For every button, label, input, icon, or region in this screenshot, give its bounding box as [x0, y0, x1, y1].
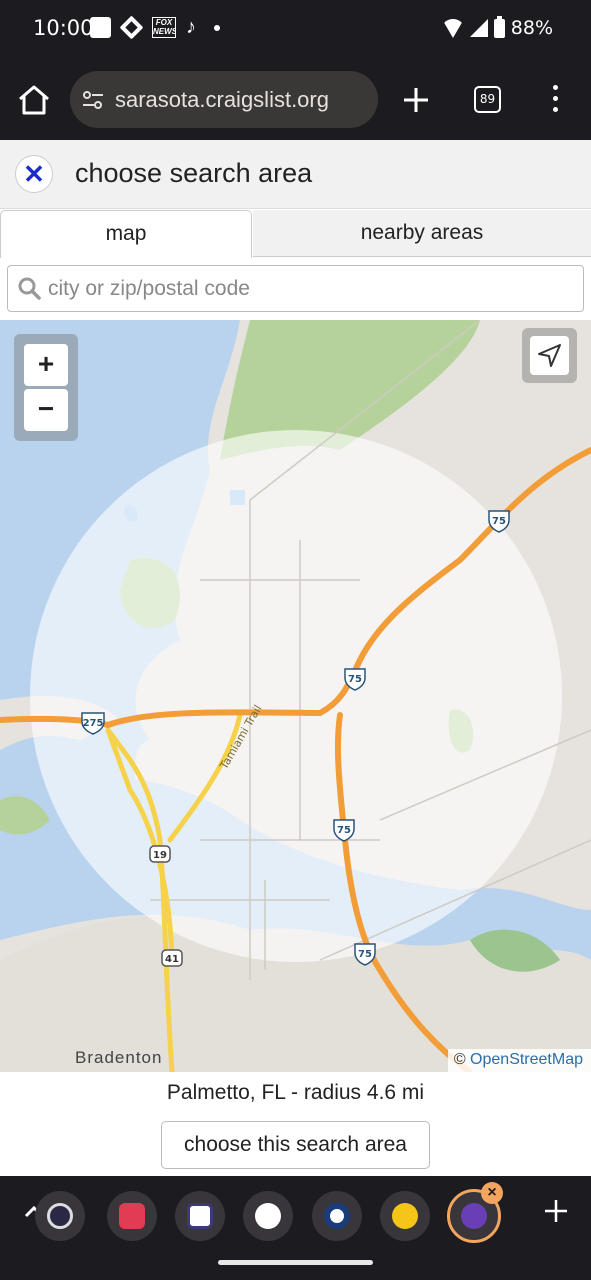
search-box[interactable] — [7, 265, 584, 312]
choose-area-button[interactable]: choose this search area — [161, 1121, 430, 1169]
map-canvas[interactable]: 275 75 75 75 75 19 41 Tamiami Trail — [0, 320, 591, 1072]
tab-map[interactable]: map — [0, 210, 252, 258]
address-bar[interactable]: sarasota.craigslist.org — [70, 71, 378, 128]
map-attribution: © OpenStreetMap — [447, 1049, 591, 1072]
tab-thumbnail[interactable] — [312, 1191, 362, 1241]
svg-text:75: 75 — [337, 825, 351, 836]
battery-percent: 88% — [510, 17, 553, 39]
url-text: sarasota.craigslist.org — [115, 87, 329, 112]
svg-text:41: 41 — [165, 954, 179, 965]
chase-icon — [119, 15, 144, 40]
zoom-out-button[interactable]: − — [24, 389, 68, 431]
tiktok-icon: ♪ — [186, 16, 196, 38]
selected-area-text: Palmetto, FL - radius 4.6 mi — [166, 1081, 425, 1104]
page-header: ✕ choose search area — [0, 140, 591, 209]
system-icons: 88% — [441, 15, 553, 39]
fox-news-icon: FOX NEWS — [152, 17, 176, 38]
close-button[interactable]: ✕ — [15, 155, 53, 193]
peace-icon — [461, 1203, 487, 1229]
tab-thumbnail[interactable] — [107, 1191, 157, 1241]
tab-thumbnail[interactable] — [175, 1191, 225, 1241]
locate-control — [522, 328, 577, 383]
tab-strip — [35, 1187, 525, 1245]
signal-icon — [469, 19, 488, 37]
tab-thumbnail[interactable] — [243, 1191, 293, 1241]
more-menu-icon[interactable] — [547, 85, 563, 115]
svg-text:275: 275 — [83, 718, 104, 729]
page-title: choose search area — [75, 158, 313, 188]
site-settings-icon[interactable] — [82, 89, 104, 111]
locate-button[interactable] — [530, 336, 569, 375]
us41-shield-icon: 41 — [161, 949, 183, 967]
new-tab-icon[interactable] — [402, 86, 430, 114]
status-time: 10:00 — [33, 16, 94, 40]
svg-text:75: 75 — [348, 674, 362, 685]
openstreetmap-link[interactable]: OpenStreetMap — [470, 1051, 583, 1068]
svg-text:19: 19 — [153, 850, 167, 861]
wifi-icon — [441, 18, 464, 38]
page-content: ✕ choose search area map nearby areas ci… — [0, 140, 591, 1176]
navigation-arrow-icon — [538, 344, 561, 367]
bottom-tab-bar: × — [0, 1176, 591, 1280]
place-label: Bradenton — [75, 1048, 163, 1067]
dot-icon — [214, 24, 220, 31]
zoom-in-button[interactable]: + — [24, 344, 68, 386]
svg-text:75: 75 — [492, 516, 506, 527]
browser-toolbar: sarasota.craigslist.org 89 — [0, 60, 591, 140]
status-bar: 10:00 FOX NEWS ♪ 88% — [0, 0, 591, 60]
close-tab-icon[interactable]: × — [481, 1182, 503, 1204]
us19-shield-icon: 19 — [149, 845, 171, 863]
add-tab-icon[interactable] — [543, 1198, 569, 1224]
search-icon — [18, 277, 41, 300]
tab-nearby-areas[interactable]: nearby areas — [253, 210, 591, 257]
notification-icons: FOX NEWS ♪ — [90, 15, 220, 40]
square-icon — [90, 17, 111, 38]
search-input[interactable] — [48, 272, 568, 306]
battery-icon — [493, 15, 505, 38]
map-view[interactable]: 275 75 75 75 75 19 41 Tamiami Trail + − … — [0, 320, 591, 1072]
tab-thumbnail[interactable] — [35, 1191, 85, 1241]
tab-thumbnail[interactable] — [380, 1191, 430, 1241]
home-icon[interactable] — [16, 82, 52, 118]
svg-text:75: 75 — [358, 949, 372, 960]
tab-switcher-button[interactable]: 89 — [474, 86, 501, 113]
zoom-control: + − — [14, 334, 78, 441]
gesture-bar — [218, 1260, 373, 1265]
